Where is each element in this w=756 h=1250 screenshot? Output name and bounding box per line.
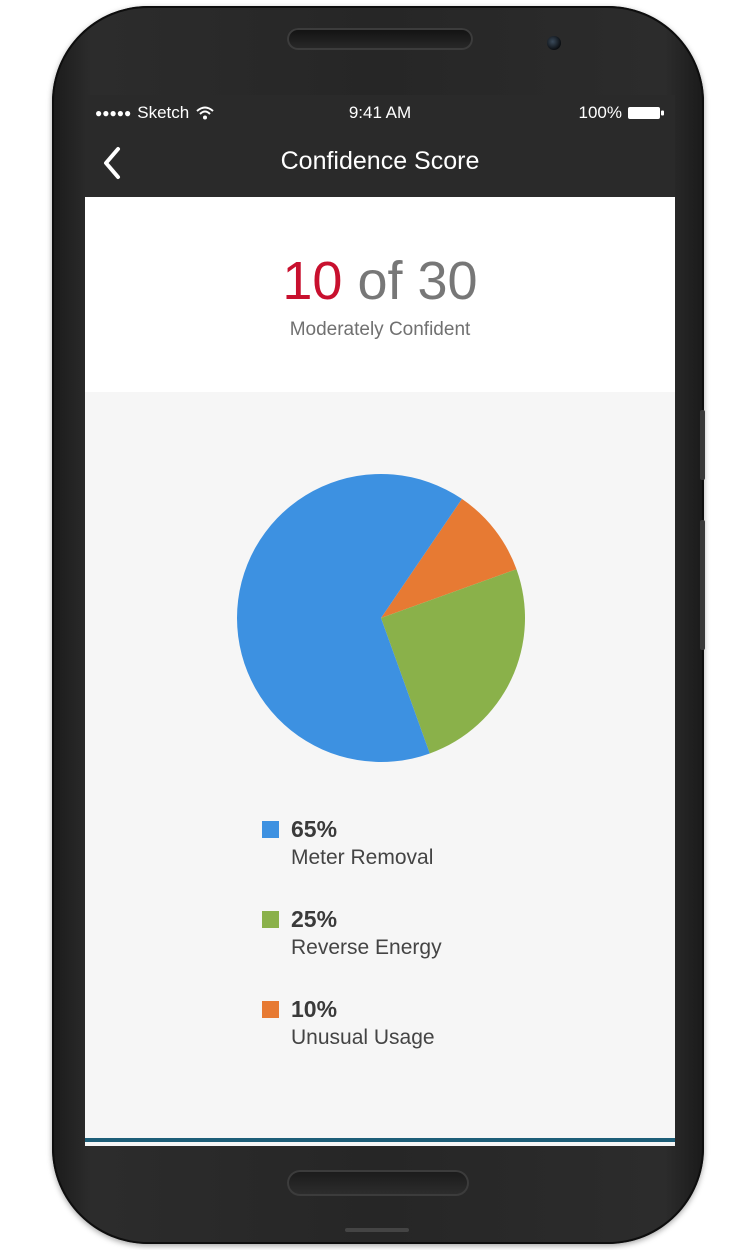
legend-label: Reverse Energy	[291, 936, 442, 959]
pie-chart	[236, 474, 525, 762]
home-button[interactable]	[287, 1170, 469, 1196]
chart-area: 65% Meter Removal 25% Reverse Energy 10%…	[85, 392, 675, 1142]
top-speaker	[287, 28, 473, 50]
legend-percent: 25%	[291, 906, 338, 932]
score-display: 10 of 30	[85, 251, 675, 311]
score-total: 30	[417, 251, 478, 311]
power-button	[700, 520, 705, 650]
legend-item-meter-removal: 65% Meter Removal	[262, 816, 622, 906]
legend-percent: 65%	[291, 816, 338, 842]
app-screen: ●●●●● Sketch 9:41 AM 100% Confidence Sco…	[85, 95, 675, 1146]
legend-item-unusual-usage: 10% Unusual Usage	[262, 996, 622, 1086]
score-panel: 10 of 30 Moderately Confident	[85, 197, 675, 392]
status-battery-group: 100%	[579, 103, 665, 123]
score-separator: of	[342, 251, 418, 311]
battery-percent: 100%	[578, 103, 622, 122]
bottom-grille	[345, 1228, 409, 1232]
legend-label: Unusual Usage	[291, 1026, 435, 1049]
score-value: 10	[282, 251, 343, 311]
chart-legend: 65% Meter Removal 25% Reverse Energy 10%…	[262, 816, 622, 1086]
legend-item-reverse-energy: 25% Reverse Energy	[262, 906, 622, 996]
navigation-bar: Confidence Score	[85, 131, 675, 197]
legend-label: Meter Removal	[291, 846, 434, 869]
legend-swatch	[262, 1001, 279, 1018]
bottom-accent-line	[85, 1138, 675, 1142]
legend-swatch	[262, 911, 279, 928]
legend-percent: 10%	[291, 996, 338, 1022]
status-bar: ●●●●● Sketch 9:41 AM 100%	[85, 95, 675, 131]
front-camera	[547, 36, 561, 50]
battery-icon	[628, 107, 664, 119]
legend-swatch	[262, 821, 279, 838]
page-title: Confidence Score	[280, 147, 480, 175]
volume-button	[700, 410, 705, 480]
score-description: Moderately Confident	[289, 319, 471, 340]
